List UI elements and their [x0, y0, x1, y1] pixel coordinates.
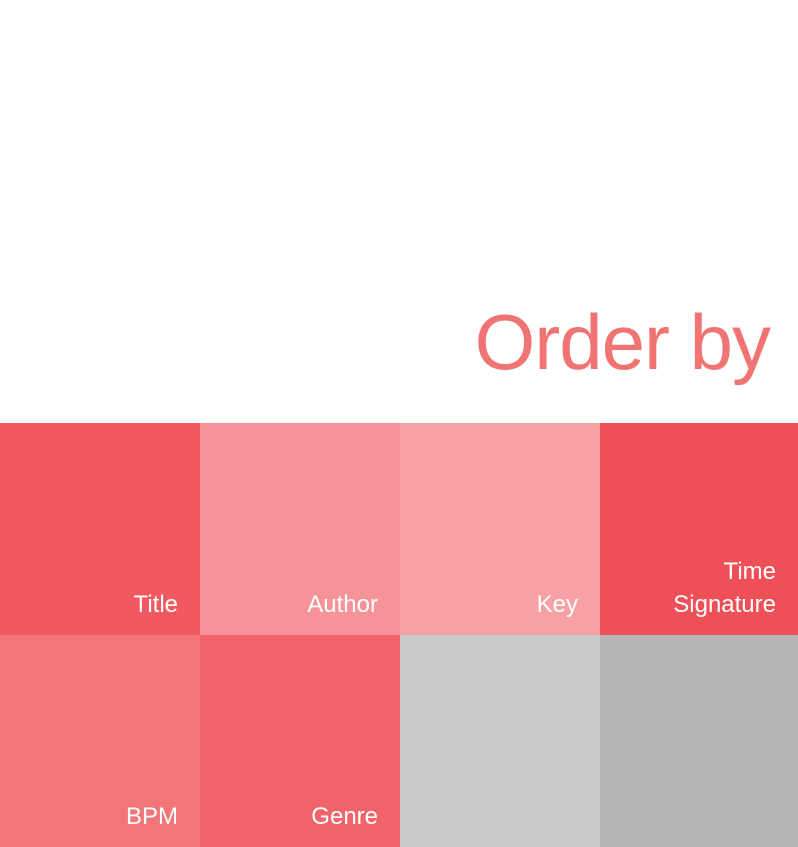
sort-option-title[interactable]: Title [0, 423, 200, 635]
page-title: Order by [474, 298, 771, 386]
sort-option-key[interactable]: Key [400, 423, 600, 635]
empty-tile [400, 635, 600, 847]
sort-option-author[interactable]: Author [200, 423, 400, 635]
sort-option-label: Key [536, 591, 578, 618]
sort-option-label: Title [133, 591, 178, 618]
sort-option-label: Genre [311, 803, 378, 830]
sort-option-label: BPM [125, 803, 178, 830]
sort-options-grid: Title Author Key Time Signature BPM Genr… [0, 423, 798, 847]
sort-option-genre[interactable]: Genre [200, 635, 400, 847]
sort-option-label: Time Signature [673, 558, 776, 618]
sort-option-time-signature[interactable]: Time Signature [600, 423, 798, 635]
sort-option-label: Author [307, 591, 378, 618]
empty-tile [600, 635, 798, 847]
sort-option-bpm[interactable]: BPM [0, 635, 200, 847]
